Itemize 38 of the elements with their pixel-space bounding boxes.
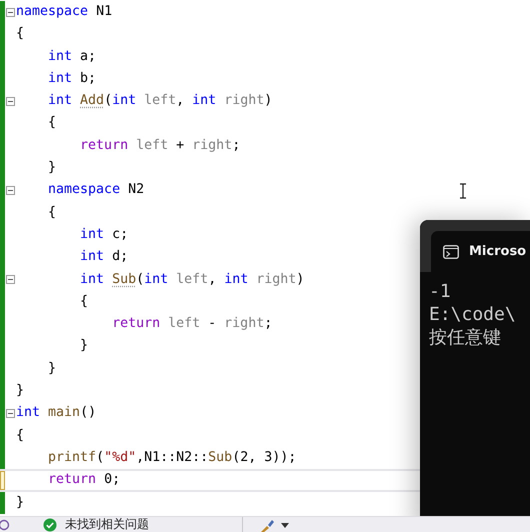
console-output-line: 按任意键 xyxy=(429,326,502,349)
code-line: { xyxy=(79,292,88,311)
code-line: { xyxy=(47,114,56,132)
console-output-line: -1 xyxy=(429,280,452,303)
code-line: int c; xyxy=(79,226,128,244)
code-line: int Sub(int left, int right) xyxy=(79,270,304,289)
code-line: printf("%d",N1::N2::Sub(2, 3)); xyxy=(47,448,296,467)
console-output-line: E:\code\ xyxy=(429,303,517,326)
code-line: { xyxy=(16,25,24,44)
text-cursor-icon xyxy=(459,183,467,199)
collapse-icon[interactable] xyxy=(6,8,15,17)
brush-icon[interactable] xyxy=(259,519,275,532)
code-line: } xyxy=(47,360,56,378)
code-line: } xyxy=(47,159,56,178)
code-line: namespace N1 xyxy=(16,3,112,21)
code-line: { xyxy=(16,426,24,445)
caret-icon xyxy=(281,523,289,529)
code-line: } xyxy=(79,337,88,356)
status-message: 未找到相关问题 xyxy=(65,517,149,532)
collapse-icon[interactable] xyxy=(6,186,15,196)
collapse-icon[interactable] xyxy=(6,96,15,106)
check-icon xyxy=(43,518,57,532)
code-line: int main() xyxy=(16,404,96,422)
console-tab[interactable]: Microso xyxy=(431,231,530,272)
code-line: int b; xyxy=(47,70,96,88)
code-line: } xyxy=(16,494,24,512)
collapse-icon[interactable] xyxy=(6,408,15,418)
code-line: return left + right; xyxy=(79,136,240,155)
code-line: } xyxy=(16,382,24,400)
collapse-icon[interactable] xyxy=(6,275,15,284)
code-line: int d; xyxy=(79,248,128,266)
code-line: int Add(int left, int right) xyxy=(47,92,272,110)
code-line: return left - right; xyxy=(111,315,272,334)
code-line: namespace N2 xyxy=(47,181,144,200)
code-line: { xyxy=(47,204,56,222)
code-line: return 0; xyxy=(47,471,120,490)
terminal-icon xyxy=(443,244,459,258)
code-line: int a; xyxy=(47,48,96,66)
